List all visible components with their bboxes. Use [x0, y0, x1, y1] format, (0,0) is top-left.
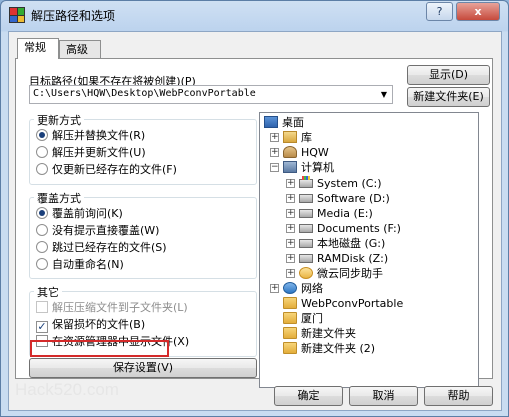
winrar-app-icon: [9, 7, 25, 23]
overwrite-option-rename[interactable]: 自动重命名(N): [36, 256, 124, 271]
window-title: 解压路径和选项: [31, 9, 116, 23]
update-mode-group: 更新方式 解压并替换文件(R) 解压并更新文件(U) 仅更新已经存在的文件(F): [29, 112, 257, 185]
drive-icon: [299, 209, 313, 218]
combobox-dropdown-icon[interactable]: ▼: [376, 86, 392, 103]
folder-icon: [283, 327, 297, 339]
cloud-sync-icon: [299, 267, 313, 279]
checkbox-checked-icon: ✓: [36, 320, 48, 333]
overwrite-option-silent[interactable]: 没有提示直接覆盖(W): [36, 222, 159, 237]
update-mode-title: 更新方式: [34, 112, 84, 128]
collapse-minus-icon[interactable]: −: [270, 163, 279, 172]
help-title-button[interactable]: ?: [426, 2, 453, 21]
highlight-annotation: [30, 340, 169, 357]
misc-option-subfolder[interactable]: 解压压缩文件到子文件夹(L): [36, 299, 188, 314]
show-button[interactable]: 显示(D): [407, 65, 490, 85]
expand-plus-icon[interactable]: +: [286, 224, 295, 233]
update-option-existing-only[interactable]: 仅更新已经存在的文件(F): [36, 161, 177, 176]
ok-button[interactable]: 确定: [274, 386, 343, 406]
folder-icon: [283, 297, 297, 309]
update-option-update[interactable]: 解压并更新文件(U): [36, 144, 146, 159]
expand-plus-icon[interactable]: +: [286, 254, 295, 263]
system-drive-icon: [299, 176, 313, 188]
title-bar[interactable]: 解压路径和选项 ? x: [1, 1, 508, 29]
dialog-client-area: 常规 高级 目标路径(如果不存在将被创建)(P) 显示(D) 新建文件夹(E) …: [8, 31, 502, 411]
drive-icon: [299, 239, 313, 248]
cancel-button[interactable]: 取消: [349, 386, 418, 406]
close-button[interactable]: x: [456, 2, 500, 21]
save-settings-button[interactable]: 保存设置(V): [29, 358, 257, 378]
overwrite-mode-title: 覆盖方式: [34, 190, 84, 206]
folder-icon: [283, 312, 297, 324]
radio-selected-icon: [36, 129, 48, 141]
folder-tree[interactable]: 桌面 + 库 + HQW − 计算机 + System (C:) + Softw…: [259, 112, 479, 388]
misc-option-keep-broken[interactable]: ✓ 保留损坏的文件(B): [36, 316, 145, 333]
target-path-value: C:\Users\HQW\Desktop\WebPconvPortable: [33, 88, 256, 99]
expand-plus-icon[interactable]: +: [270, 133, 279, 142]
expand-plus-icon[interactable]: +: [270, 148, 279, 157]
drive-icon: [299, 254, 313, 263]
radio-icon: [36, 224, 48, 236]
checkbox-icon: [36, 301, 48, 313]
misc-title: 其它: [34, 284, 62, 300]
expand-plus-icon[interactable]: +: [286, 209, 295, 218]
dialog-window: 解压路径和选项 ? x 常规 高级 目标路径(如果不存在将被创建)(P) 显示(…: [0, 0, 509, 417]
folder-icon: [283, 342, 297, 354]
tab-advanced[interactable]: 高级: [59, 40, 101, 58]
update-option-replace[interactable]: 解压并替换文件(R): [36, 127, 145, 142]
overwrite-option-skip[interactable]: 跳过已经存在的文件(S): [36, 239, 167, 254]
expand-plus-icon[interactable]: +: [286, 179, 295, 188]
overwrite-option-ask[interactable]: 覆盖前询问(K): [36, 205, 123, 220]
watermark: Hack520.com: [15, 380, 119, 399]
overwrite-mode-group: 覆盖方式 覆盖前询问(K) 没有提示直接覆盖(W) 跳过已经存在的文件(S) 自…: [29, 190, 257, 279]
radio-selected-icon: [36, 207, 48, 219]
user-folder-icon: [283, 146, 297, 158]
desktop-icon: [264, 116, 278, 128]
radio-icon: [36, 241, 48, 253]
library-icon: [283, 131, 297, 143]
drive-icon: [299, 224, 313, 233]
help-button[interactable]: 帮助: [424, 386, 493, 406]
target-path-combobox[interactable]: C:\Users\HQW\Desktop\WebPconvPortable ▼: [29, 85, 393, 104]
drive-icon: [299, 194, 313, 203]
expand-plus-icon[interactable]: +: [270, 284, 279, 293]
new-folder-button[interactable]: 新建文件夹(E): [407, 87, 490, 107]
expand-plus-icon[interactable]: +: [286, 194, 295, 203]
tab-general[interactable]: 常规: [17, 38, 59, 59]
expand-plus-icon[interactable]: +: [286, 239, 295, 248]
radio-icon: [36, 258, 48, 270]
network-icon: [283, 282, 297, 294]
expand-plus-icon[interactable]: +: [286, 269, 295, 278]
radio-icon: [36, 163, 48, 175]
computer-icon: [283, 161, 297, 173]
radio-icon: [36, 146, 48, 158]
